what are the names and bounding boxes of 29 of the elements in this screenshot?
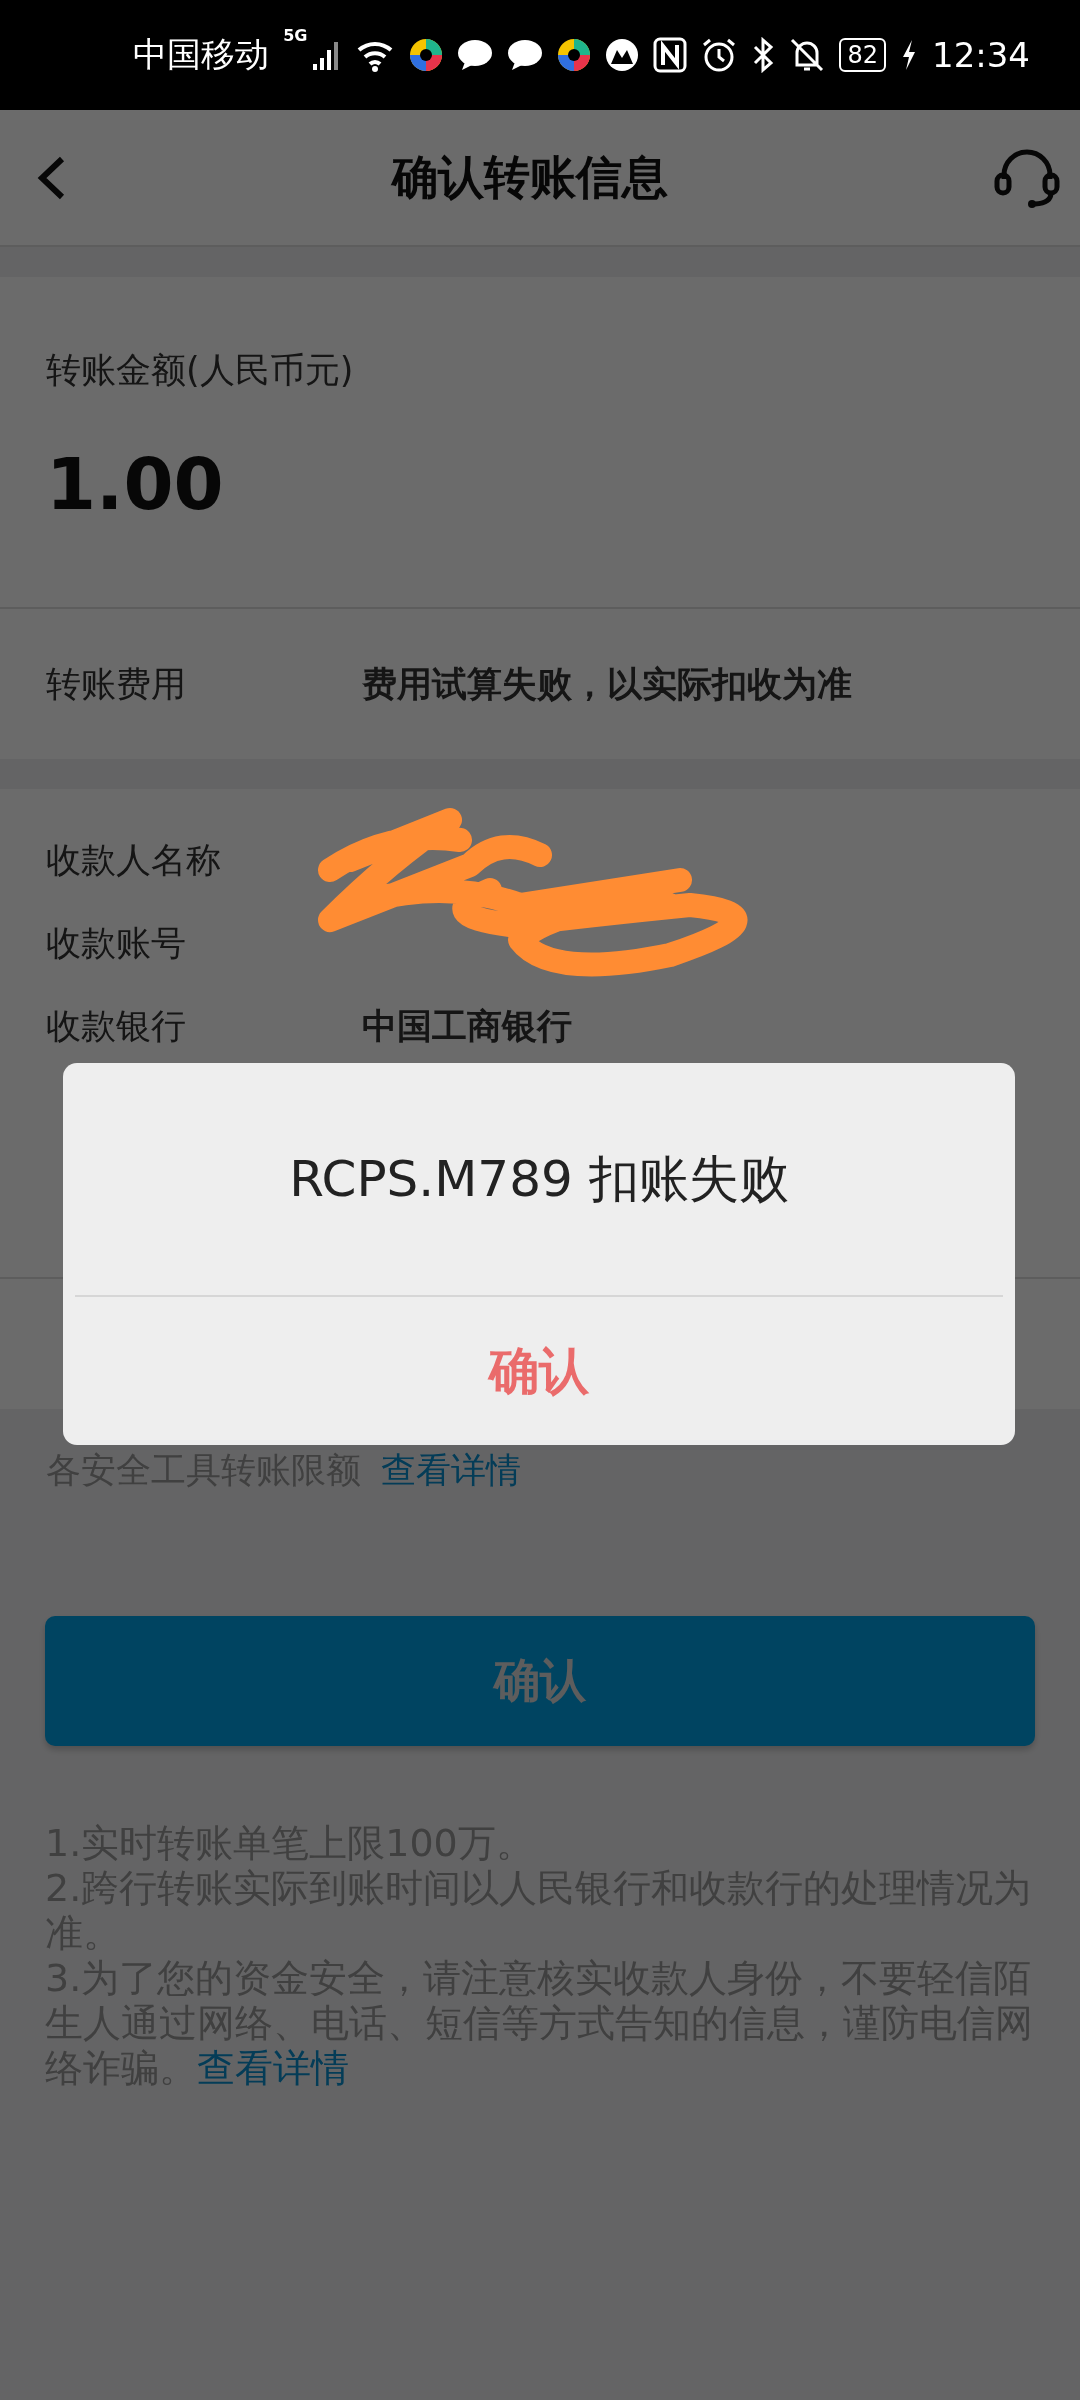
carrier-text: 中国移动 bbox=[133, 33, 270, 76]
back-icon[interactable] bbox=[36, 154, 66, 201]
detail-label: 收款账号 bbox=[46, 922, 187, 965]
nfc-icon bbox=[653, 37, 688, 73]
fee-value: 费用试算失败，以实际扣收为准 bbox=[362, 662, 853, 706]
app-icon bbox=[557, 38, 592, 72]
charging-icon bbox=[900, 38, 918, 72]
bank-logo-icon bbox=[605, 38, 640, 72]
dialog-confirm-button[interactable]: 确认 bbox=[63, 1297, 1015, 1445]
muted-bell-icon bbox=[789, 37, 826, 73]
dialog-message: RCPS.M789 扣账失败 bbox=[75, 1063, 1003, 1297]
fee-label: 转账费用 bbox=[46, 662, 187, 706]
clock-time: 12:34 bbox=[932, 35, 1030, 75]
detail-value: 中国工商银行 bbox=[362, 1005, 573, 1048]
alarm-icon bbox=[701, 37, 738, 73]
app-icon bbox=[409, 38, 444, 72]
details-link[interactable]: 查看详情 bbox=[381, 1447, 521, 1494]
chat-icon bbox=[507, 38, 544, 72]
detail-label: 收款人名称 bbox=[46, 839, 222, 882]
amount-label: 转账金额(人民币元) bbox=[46, 349, 355, 392]
amount-value: 1.00 bbox=[46, 442, 225, 527]
network-text: 5G bbox=[283, 26, 308, 45]
details-link[interactable]: 查看详情 bbox=[197, 2046, 349, 2090]
bluetooth-icon bbox=[751, 37, 776, 73]
battery-level: 82 bbox=[839, 38, 886, 72]
detail-label: 收款银行 bbox=[46, 1005, 187, 1048]
page-title: 确认转账信息 bbox=[392, 148, 668, 206]
chat-icon bbox=[457, 38, 494, 72]
confirm-button[interactable]: 确认 bbox=[45, 1616, 1035, 1746]
